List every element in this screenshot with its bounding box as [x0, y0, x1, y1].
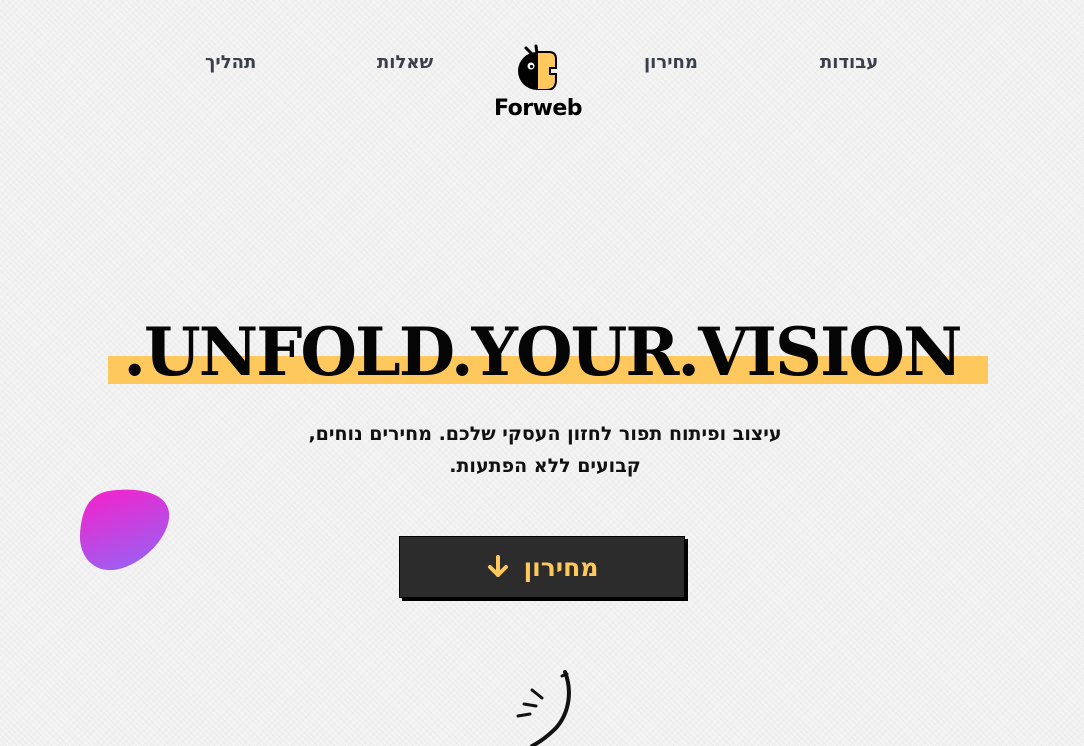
hero-subtitle: עיצוב ופיתוח תפור לחזון העסקי שלכם. מחיר…	[250, 418, 840, 482]
hero-subtitle-line-2: קבועים ללא הפתעות.	[449, 455, 641, 477]
nav-link-process[interactable]: תהליך	[205, 52, 256, 73]
nav-link-works[interactable]: עבודות	[820, 52, 878, 73]
scroll-doodle-icon	[516, 670, 571, 746]
nav-link-questions[interactable]: שאלות	[377, 52, 433, 73]
gradient-blob-decoration	[79, 489, 170, 571]
hero-title: .UNFOLD.YOUR.VISION	[123, 313, 962, 391]
bird-logo-icon	[518, 44, 557, 90]
hero-subtitle-line-1: עיצוב ופיתוח תפור לחזון העסקי שלכם. מחיר…	[308, 423, 782, 445]
pricing-cta-button[interactable]: מחירון	[399, 536, 685, 598]
arrow-down-icon	[487, 555, 508, 577]
cta-label: מחירון	[523, 552, 599, 582]
logo-wordmark: Forweb	[493, 96, 583, 121]
logo[interactable]: Forweb	[484, 44, 594, 128]
nav-link-pricing[interactable]: מחירון	[644, 52, 698, 73]
